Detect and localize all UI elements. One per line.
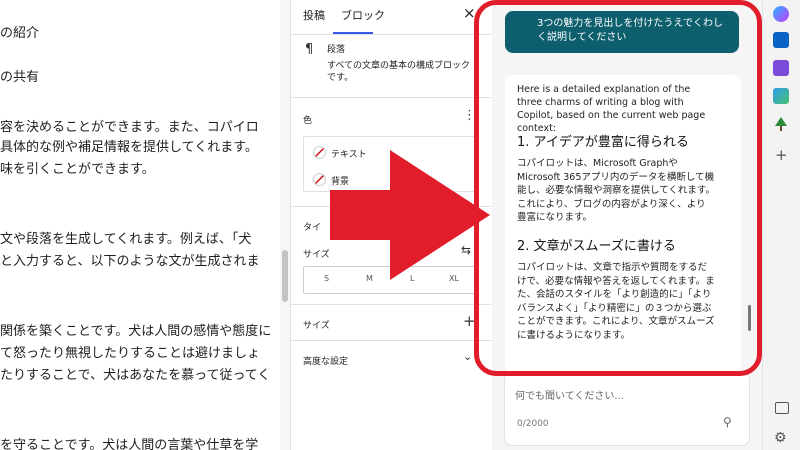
block-title: 段落: [327, 45, 346, 55]
chevron-down-icon[interactable]: ⌄: [463, 350, 472, 363]
settings-gear-icon[interactable]: ⚙: [774, 430, 787, 446]
divider: [291, 34, 491, 35]
editor-line: て怒ったり無視したりすることは避けましょ: [0, 346, 261, 361]
editor-line: 文や段落を生成してくれます。例えば、「犬: [0, 232, 252, 247]
sidebar-toggle-icon[interactable]: [775, 402, 789, 414]
font-size-label: サイズ: [303, 250, 330, 260]
editor-canvas[interactable]: の紹介 の共有 容を決めることができます。また、コパイロ 具体的な例や補足情報を…: [0, 0, 280, 450]
copilot-icon[interactable]: [773, 6, 789, 22]
chat-input-box[interactable]: 何でも聞いてください... 0/2000 ⚲: [504, 372, 750, 446]
editor-scrollbar-thumb[interactable]: [282, 250, 288, 302]
paragraph-icon: ¶: [305, 42, 314, 57]
editor-line: たりすることで、犬はあなたを慕って従ってく: [0, 368, 271, 383]
advanced-settings-label[interactable]: 高度な設定: [303, 354, 348, 367]
pin-icon[interactable]: ⚲: [723, 415, 732, 429]
tab-block[interactable]: ブロック: [341, 7, 385, 23]
chat-input[interactable]: 何でも聞いてください...: [515, 387, 624, 402]
editor-line: と入力すると、以下のような文が生成されま: [0, 254, 260, 269]
tab-post[interactable]: 投稿: [303, 7, 325, 23]
editor-line: の紹介: [0, 26, 40, 41]
outlook-icon[interactable]: [773, 32, 789, 48]
highlight-frame: [474, 0, 762, 376]
editor-line: の共有: [0, 70, 40, 85]
browser-sidebar-rail: + ⚙: [762, 0, 800, 450]
editor-line: 具体的な例や補足情報を提供してくれます。: [0, 140, 258, 155]
divider: [291, 97, 491, 98]
size-option-s[interactable]: S: [324, 274, 329, 283]
tools-icon[interactable]: [773, 60, 789, 76]
red-arrow-icon: [330, 150, 490, 280]
editor-line: 味を引くことができます。: [0, 162, 155, 177]
background-color-swatch-icon: [313, 173, 326, 186]
tree-icon[interactable]: [773, 116, 789, 132]
char-counter: 0/2000: [517, 419, 549, 429]
color-section-label: 色: [303, 116, 313, 126]
add-icon[interactable]: +: [775, 146, 788, 164]
block-description: すべての文章の基本の構成ブロックです。: [327, 61, 471, 83]
text-color-swatch-icon: [313, 146, 326, 159]
typography-label: タイ: [303, 223, 322, 233]
divider: [291, 304, 491, 305]
divider: [291, 340, 491, 341]
editor-line: を守ることです。犬は人間の言葉や仕草を学: [0, 438, 259, 450]
editor-line: 容を決めることができます。また、コパイロ: [0, 120, 259, 135]
editor-scrollbar[interactable]: [280, 0, 290, 450]
dimensions-label[interactable]: サイズ: [303, 318, 330, 331]
editor-line: 関係を築くことです。犬は人間の感情や態度に: [0, 324, 272, 339]
drop-icon[interactable]: [773, 88, 789, 104]
